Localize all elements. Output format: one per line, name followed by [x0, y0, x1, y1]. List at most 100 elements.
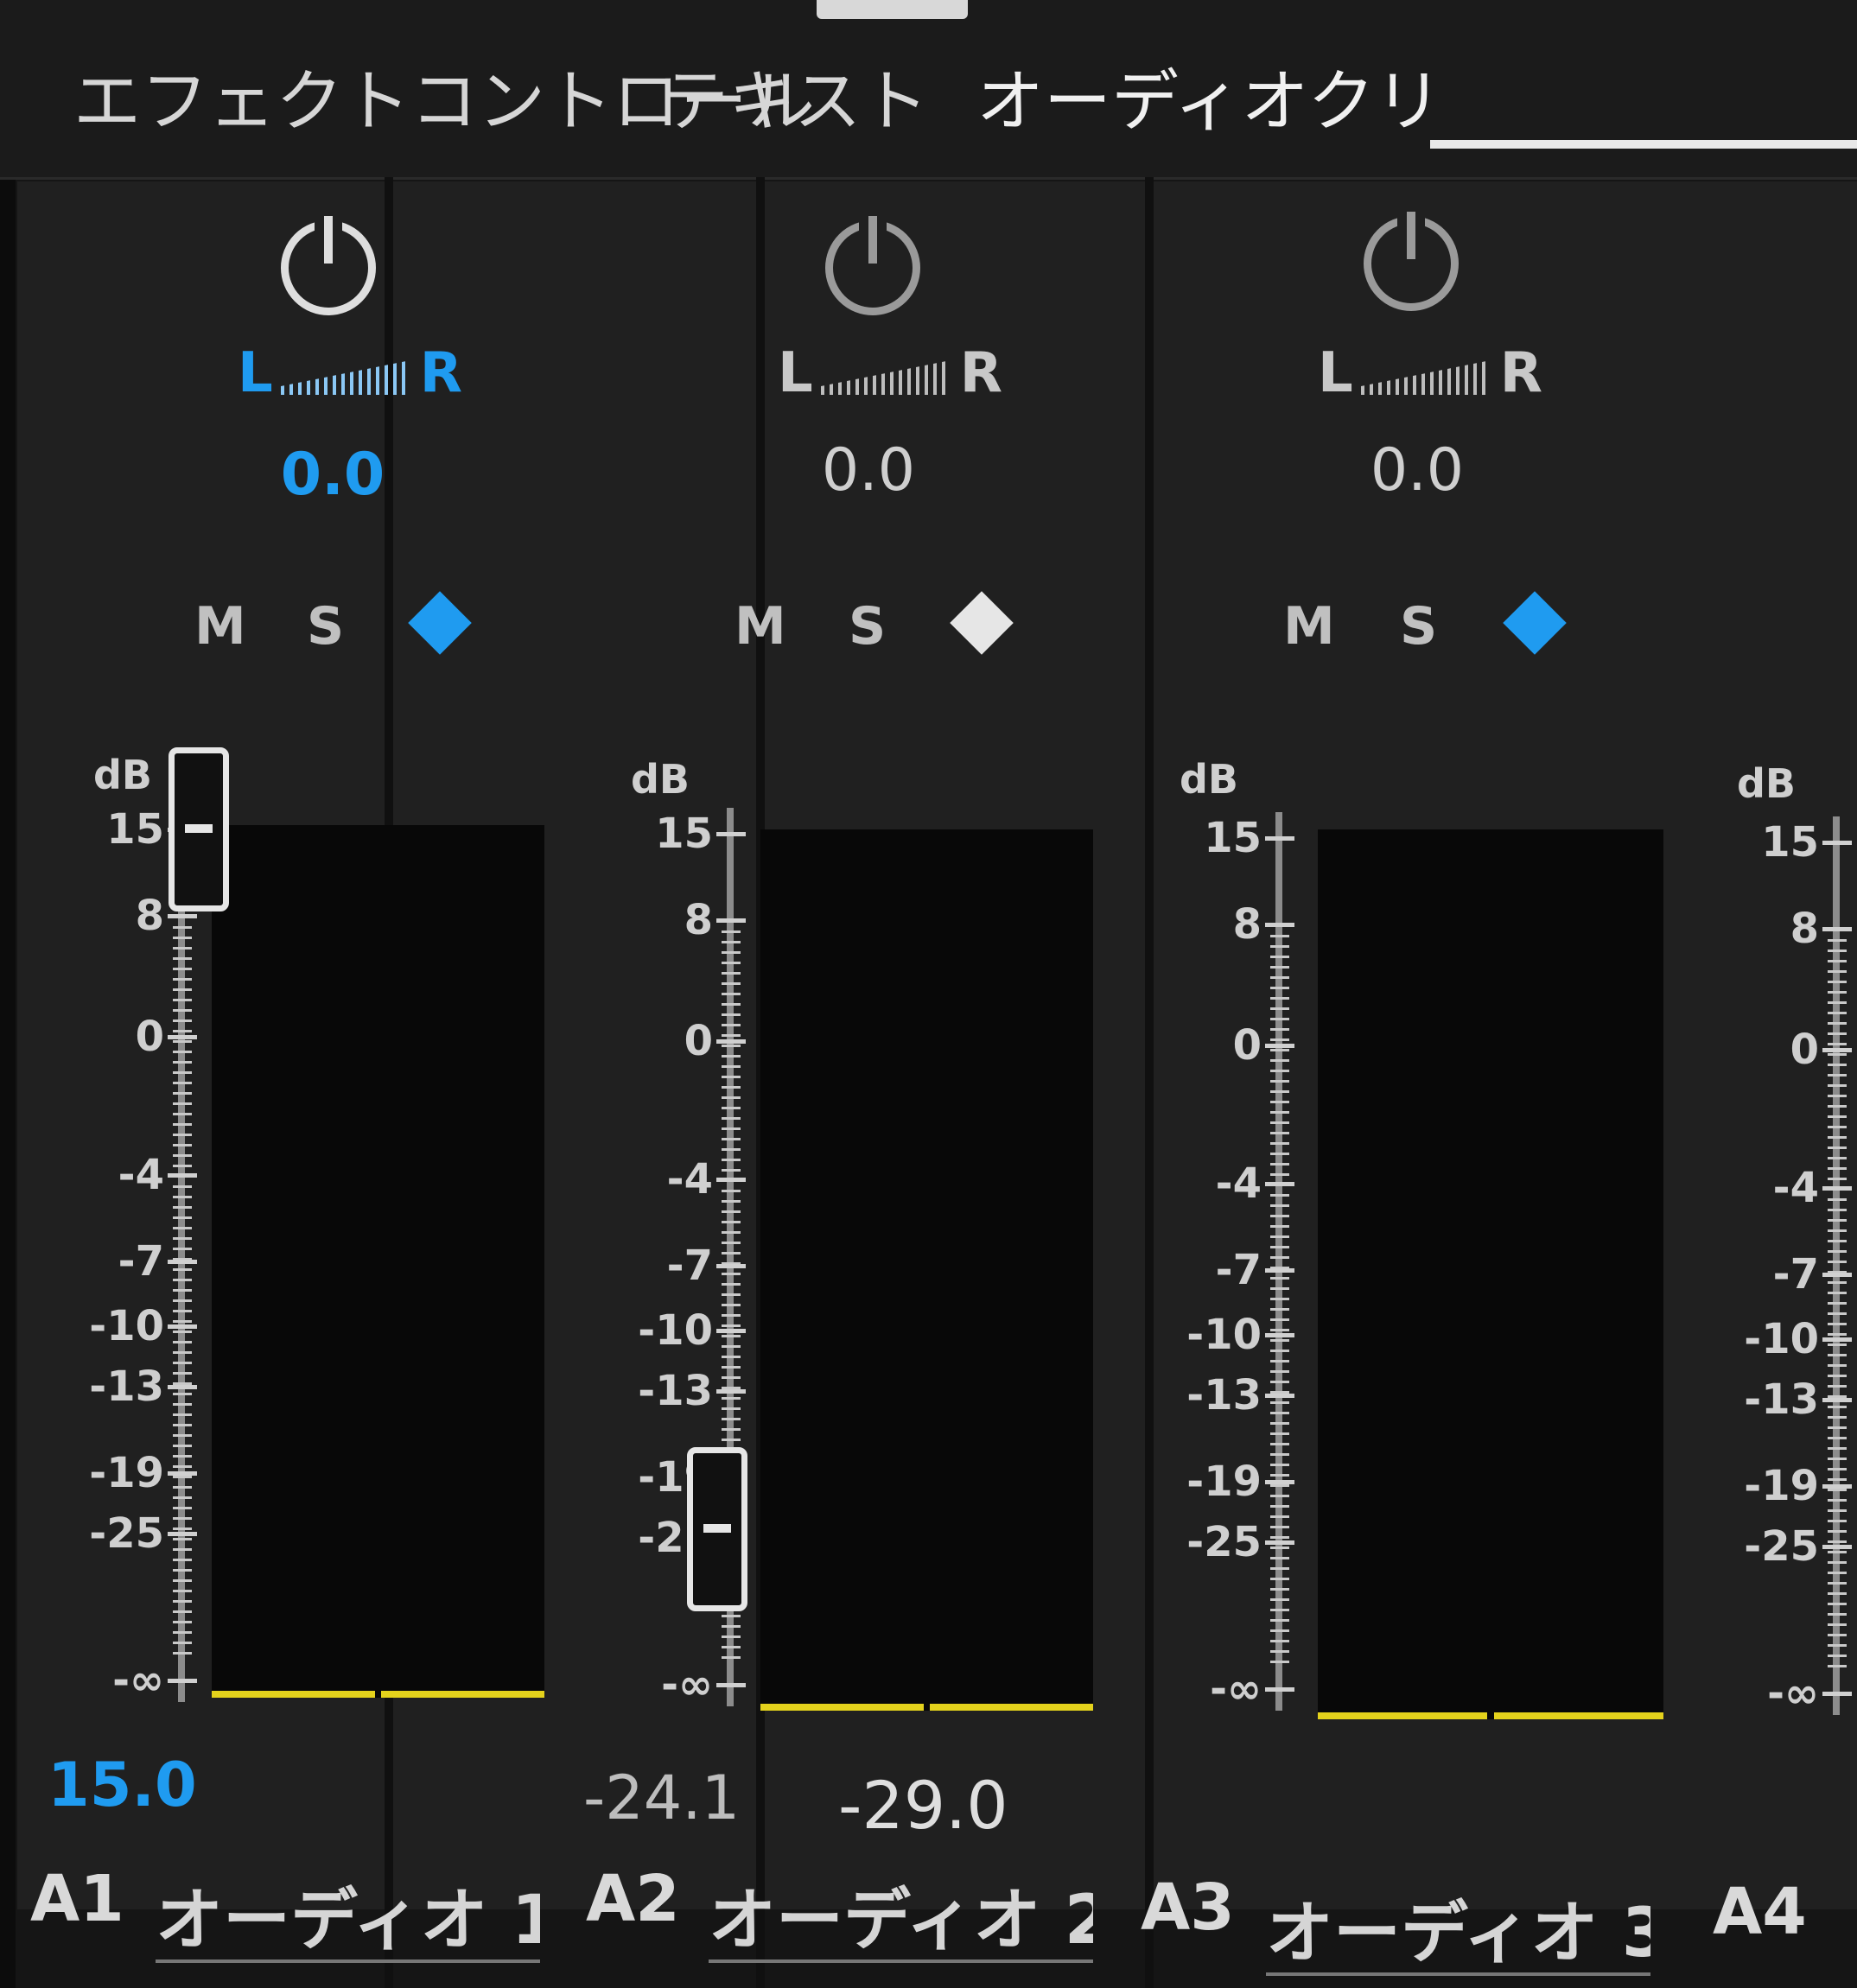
db-scale: 15 8 0 -4 -7 -10 -13 -19 -25 -∞	[566, 808, 756, 1709]
scale-label: -7	[666, 1242, 713, 1290]
scale-tick	[1822, 1337, 1852, 1342]
scale-minor-ticks	[1270, 924, 1289, 1667]
scale-tick	[168, 1324, 197, 1329]
scale-label: -13	[1186, 1371, 1262, 1420]
pan-value[interactable]: 0.0	[229, 441, 436, 509]
scale-label: -19	[89, 1449, 164, 1497]
scale-label: -25	[1744, 1522, 1819, 1571]
track-id: A2	[586, 1862, 680, 1936]
pan-knob[interactable]: L R	[238, 341, 462, 405]
scale-label: -10	[1744, 1315, 1819, 1363]
track-name[interactable]: オーディオ 1	[156, 1866, 540, 1963]
scale-tick	[716, 1039, 746, 1044]
pan-scale-icon	[1361, 360, 1491, 395]
mute-button[interactable]: M	[735, 596, 786, 657]
tab-audio-clip-mixer[interactable]: オーディオクリ	[976, 48, 1442, 144]
pan-scale-icon	[821, 360, 951, 395]
scale-label: 0	[1790, 1026, 1819, 1074]
scale-label: 15	[1204, 814, 1262, 862]
scale-tick	[1265, 1333, 1294, 1337]
mute-button[interactable]: M	[1283, 596, 1335, 657]
scale-tick	[716, 1329, 746, 1333]
scale-tick	[1265, 1394, 1294, 1398]
scale-tick	[1822, 1484, 1852, 1489]
scale-tick	[168, 1035, 197, 1039]
scale-tick	[716, 1178, 746, 1182]
db-scale: 15 8 0 -4 -7 -10 -13 -19 -25 -∞	[1115, 812, 1305, 1713]
pan-left-label: L	[1318, 341, 1353, 405]
scale-tick	[716, 918, 746, 923]
scale-tick	[1265, 1480, 1294, 1484]
db-label: dB	[93, 752, 152, 798]
scale-label: 15	[655, 810, 713, 858]
scale-label: -7	[1772, 1250, 1819, 1299]
scale-tick	[1265, 1687, 1294, 1692]
scale-tick	[1822, 927, 1852, 931]
solo-button[interactable]: S	[849, 596, 886, 657]
scale-tick	[1265, 923, 1294, 927]
scale-tick	[1822, 1273, 1852, 1277]
tab-text[interactable]: テキスト	[661, 48, 929, 144]
level-meter	[760, 829, 1093, 1711]
pan-knob[interactable]: L R	[1318, 341, 1542, 405]
scale-label: -7	[1215, 1246, 1262, 1294]
db-label: dB	[1737, 760, 1796, 807]
db-scale: 15 8 0 -4 -7 -10 -13 -19 -25 -∞	[17, 803, 207, 1705]
scale-tick	[1265, 1268, 1294, 1273]
scale-label: -∞	[661, 1661, 713, 1709]
scale-label: -19	[1186, 1458, 1262, 1506]
gain-value[interactable]: 15.0	[48, 1750, 197, 1820]
scale-tick	[168, 1173, 197, 1178]
scale-tick	[168, 1385, 197, 1389]
scale-label: -4	[1215, 1159, 1262, 1208]
track-name[interactable]: オーディオ 2	[709, 1866, 1093, 1963]
scale-label: -∞	[1210, 1665, 1262, 1713]
scale-tick	[716, 832, 746, 836]
scale-tick	[168, 1471, 197, 1476]
track-name[interactable]: オーディオ 3	[1266, 1879, 1650, 1976]
pan-left-label: L	[778, 341, 813, 405]
pan-right-label: R	[1499, 341, 1542, 405]
active-tab-indicator	[1430, 140, 1857, 149]
level-meter	[1318, 829, 1663, 1719]
scale-label: 0	[135, 1013, 164, 1061]
solo-button[interactable]: S	[1400, 596, 1437, 657]
scale-label: -25	[1186, 1518, 1262, 1566]
pan-value[interactable]: 0.0	[1313, 436, 1521, 505]
scale-label: 8	[1232, 900, 1262, 949]
scale-tick	[168, 1679, 197, 1683]
scale-tick	[1265, 1044, 1294, 1048]
power-icon[interactable]	[281, 216, 376, 315]
peak-value: -29.0	[838, 1767, 1008, 1844]
scale-tick	[716, 1683, 746, 1687]
pan-scale-icon	[281, 360, 410, 395]
window-edge	[0, 0, 16, 1988]
volume-fader-handle[interactable]	[169, 747, 229, 911]
level-meter	[212, 825, 544, 1698]
db-scale: 15 8 0 -4 -7 -10 -13 -19 -25 -∞	[1672, 816, 1857, 1718]
solo-button[interactable]: S	[307, 596, 344, 657]
scale-label: -4	[118, 1151, 164, 1199]
volume-fader-handle[interactable]	[687, 1446, 747, 1611]
scale-label: -∞	[1767, 1669, 1819, 1718]
scale-label: 8	[1790, 905, 1819, 953]
power-icon[interactable]	[825, 216, 920, 315]
scale-label: -4	[1772, 1164, 1819, 1212]
scale-label: 0	[1232, 1021, 1262, 1070]
scale-tick	[716, 1389, 746, 1394]
pan-value[interactable]: 0.0	[765, 436, 972, 505]
scale-tick	[1265, 1182, 1294, 1186]
panel-drag-handle[interactable]	[817, 0, 968, 19]
scale-label: -10	[638, 1306, 713, 1355]
track-id: A1	[30, 1862, 124, 1936]
scale-tick	[1822, 1398, 1852, 1402]
scale-tick	[168, 1260, 197, 1264]
pan-left-label: L	[238, 341, 273, 405]
mute-button[interactable]: M	[194, 596, 246, 657]
pan-right-label: R	[959, 341, 1002, 405]
power-icon[interactable]	[1364, 212, 1459, 311]
scale-label: 8	[684, 896, 713, 944]
gain-value[interactable]: -24.1	[583, 1763, 740, 1833]
track-id: A4	[1713, 1875, 1807, 1949]
pan-knob[interactable]: L R	[778, 341, 1002, 405]
